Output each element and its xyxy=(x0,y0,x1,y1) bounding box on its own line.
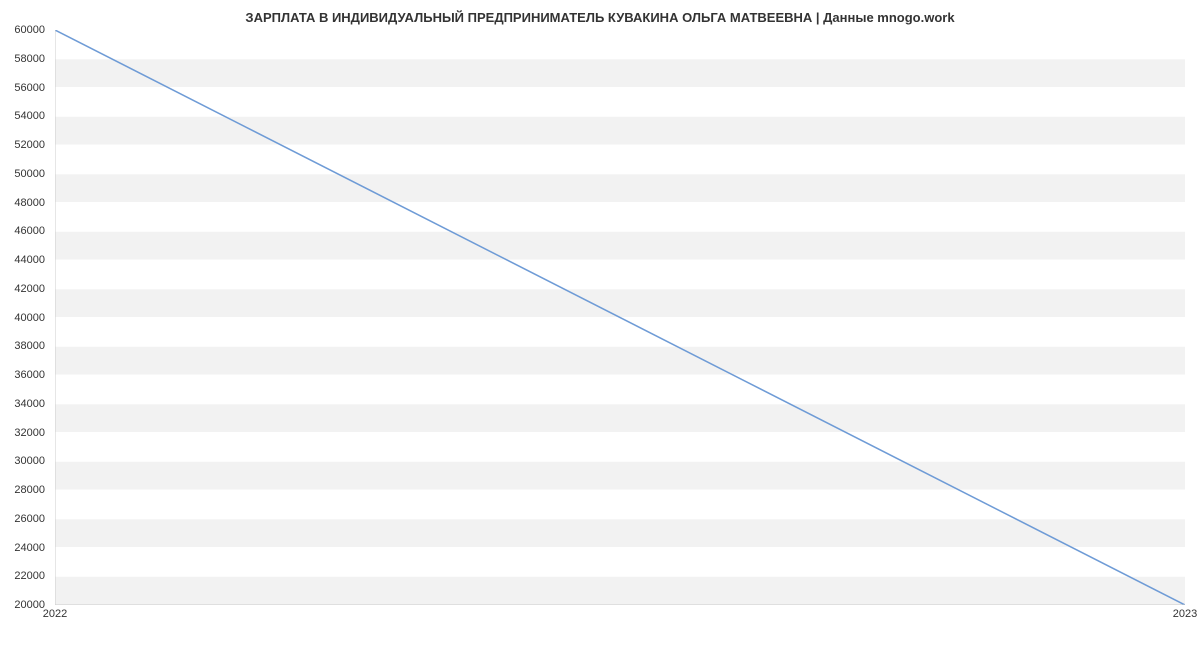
chart-title: ЗАРПЛАТА В ИНДИВИДУАЛЬНЫЙ ПРЕДПРИНИМАТЕЛ… xyxy=(0,10,1200,25)
chart-container: ЗАРПЛАТА В ИНДИВИДУАЛЬНЫЙ ПРЕДПРИНИМАТЕЛ… xyxy=(0,0,1200,650)
y-tick-label: 56000 xyxy=(14,82,45,94)
y-tick-label: 58000 xyxy=(14,53,45,65)
y-tick-label: 24000 xyxy=(14,542,45,554)
y-tick-label: 52000 xyxy=(14,139,45,151)
y-tick-label: 46000 xyxy=(14,225,45,237)
y-tick-label: 40000 xyxy=(14,312,45,324)
y-tick-label: 50000 xyxy=(14,168,45,180)
plot-area xyxy=(55,30,1185,605)
y-tick-label: 32000 xyxy=(14,427,45,439)
y-tick-label: 44000 xyxy=(14,254,45,266)
y-tick-label: 28000 xyxy=(14,484,45,496)
y-tick-label: 30000 xyxy=(14,455,45,467)
grid-bands xyxy=(55,59,1185,605)
y-axis-labels: 2000022000240002600028000300003200034000… xyxy=(0,30,50,605)
y-tick-label: 54000 xyxy=(14,110,45,122)
y-tick-label: 42000 xyxy=(14,283,45,295)
y-tick-label: 34000 xyxy=(14,398,45,410)
y-tick-label: 48000 xyxy=(14,197,45,209)
y-tick-label: 36000 xyxy=(14,369,45,381)
y-tick-label: 38000 xyxy=(14,340,45,352)
y-tick-label: 60000 xyxy=(14,24,45,36)
y-tick-label: 22000 xyxy=(14,570,45,582)
x-tick-label: 2022 xyxy=(43,608,67,620)
y-tick-label: 26000 xyxy=(14,513,45,525)
y-tick-label: 20000 xyxy=(14,599,45,611)
chart-svg xyxy=(55,30,1185,605)
x-tick-label: 2023 xyxy=(1173,608,1197,620)
